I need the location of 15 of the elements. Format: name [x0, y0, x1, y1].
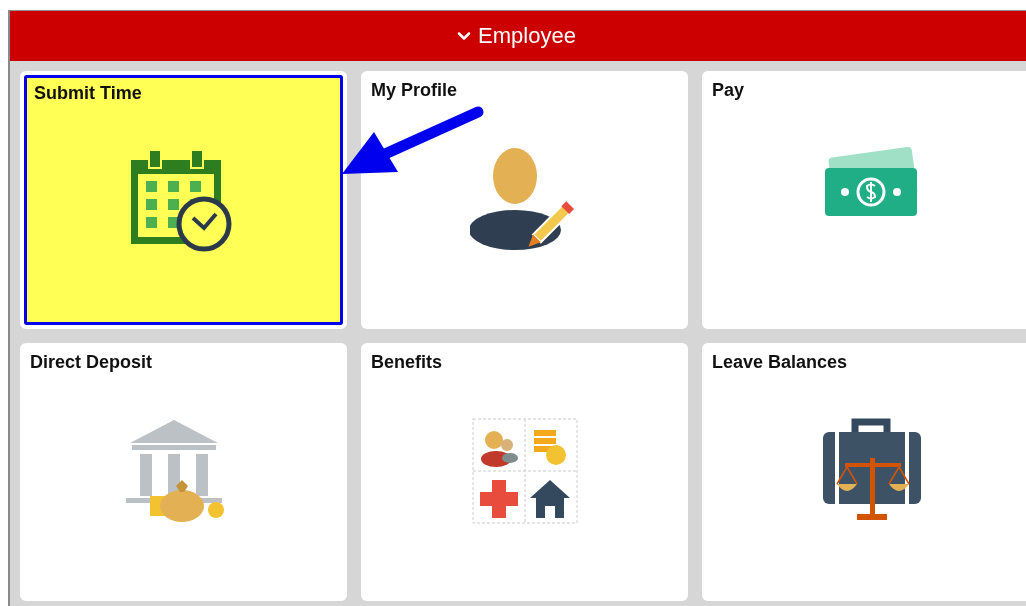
benefits-grid-icon	[471, 418, 578, 524]
tile-title: My Profile	[371, 80, 458, 101]
employee-header[interactable]: Employee	[10, 11, 1026, 61]
tile-title: Direct Deposit	[30, 352, 153, 373]
tile[interactable]: Direct Deposit	[20, 343, 347, 601]
tile[interactable]: Benefits	[361, 343, 688, 601]
tile[interactable]: My Profile	[361, 71, 688, 329]
tile[interactable]: Submit Time	[20, 71, 347, 329]
tile-title: Benefits	[371, 352, 442, 373]
tile-title: Submit Time	[33, 82, 142, 104]
tile[interactable]: Pay	[702, 71, 1026, 329]
tile[interactable]: Leave Balances	[702, 343, 1026, 601]
tile-title: Pay	[712, 80, 745, 101]
tile-title: Leave Balances	[712, 352, 848, 373]
header-title: Employee	[478, 23, 576, 49]
